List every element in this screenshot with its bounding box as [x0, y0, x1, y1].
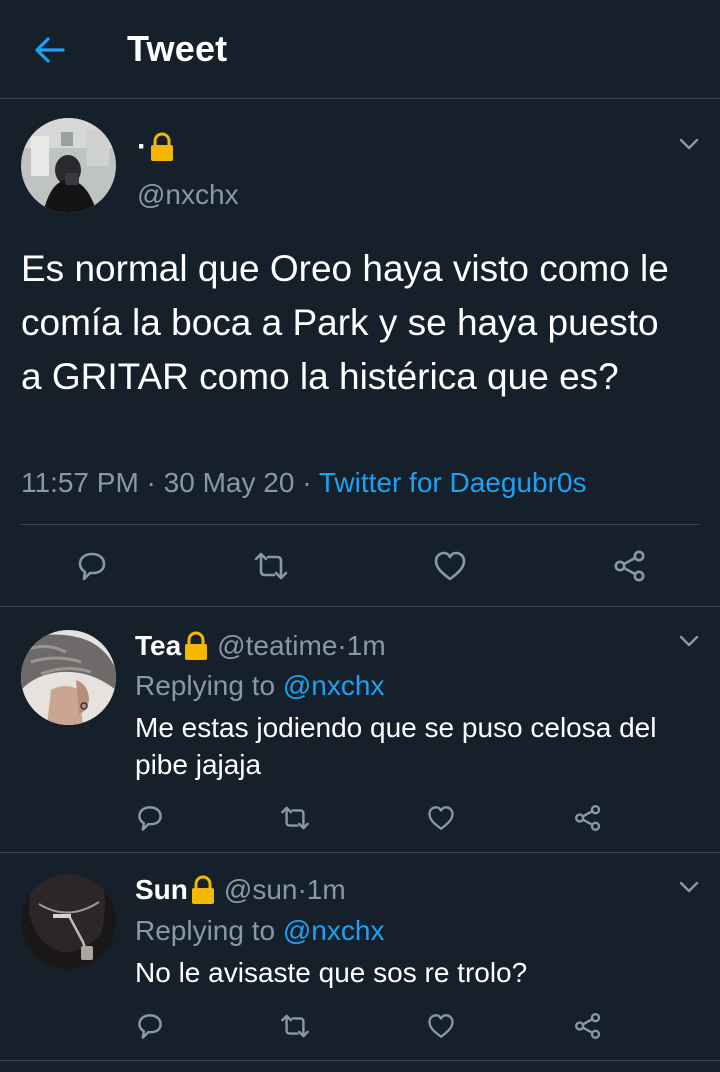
lock-icon	[191, 875, 214, 904]
tweet-age: 1m	[306, 874, 346, 905]
share-icon	[575, 805, 601, 831]
heart-icon	[428, 806, 454, 830]
reply-icon	[138, 806, 162, 831]
share-button[interactable]	[610, 546, 650, 586]
header-separator: ·	[297, 874, 307, 905]
avatar[interactable]	[21, 874, 116, 969]
top-bar: Tweet	[0, 0, 720, 99]
reply-button[interactable]	[132, 800, 168, 836]
reply-icon	[138, 1014, 162, 1039]
tweet-date: 30 May 20	[163, 467, 295, 498]
avatar[interactable]	[21, 630, 116, 725]
retweet-button[interactable]	[277, 1008, 313, 1044]
chevron-down-icon	[679, 138, 699, 150]
back-button[interactable]	[26, 24, 74, 76]
meta-separator: ·	[138, 467, 164, 498]
tweet-source-link[interactable]: Twitter for Daegubr0s	[319, 467, 587, 498]
divider	[21, 524, 699, 525]
reply-text: Me estas jodiendo que se puso celosa del…	[135, 712, 657, 780]
lock-icon	[185, 631, 208, 660]
display-name[interactable]: ·	[137, 130, 175, 164]
display-name[interactable]: Tea	[135, 630, 181, 662]
retweet-icon	[281, 1014, 309, 1038]
like-button[interactable]	[423, 1008, 459, 1044]
tweet-menu-button[interactable]	[674, 129, 704, 159]
chevron-down-icon	[679, 881, 699, 893]
share-icon	[575, 1013, 601, 1039]
replying-label: Replying to	[135, 670, 283, 701]
retweet-icon	[281, 806, 309, 830]
heart-icon	[428, 1014, 454, 1038]
tweet-text: Es normal que Oreo haya visto como le co…	[21, 248, 669, 397]
tweet-time: 11:57 PM	[21, 467, 139, 498]
reply-button[interactable]	[72, 546, 112, 586]
reply-tweet[interactable]: Tea @teatime · 1m Replying to @nxchx Me …	[0, 608, 720, 853]
arrow-left-icon	[35, 37, 65, 63]
reply-icon	[78, 552, 106, 581]
retweet-button[interactable]	[277, 800, 313, 836]
reply-header: Sun @sun · 1m	[135, 874, 346, 906]
mention-link[interactable]: @nxchx	[283, 670, 385, 701]
tweet-menu-button[interactable]	[674, 626, 704, 656]
reply-text: No le avisaste que sos re trolo?	[135, 957, 528, 988]
tweet-menu-button[interactable]	[674, 872, 704, 902]
mention-link[interactable]: @nxchx	[283, 915, 385, 946]
heart-icon	[434, 551, 466, 581]
like-button[interactable]	[423, 800, 459, 836]
retweet-button[interactable]	[251, 546, 291, 586]
lock-icon	[151, 132, 173, 161]
meta-separator-2: ·	[294, 467, 319, 498]
header-separator: ·	[337, 630, 347, 661]
tweet-age: 1m	[346, 630, 386, 661]
main-tweet: · @nxchx Es normal que Oreo haya visto c…	[0, 100, 720, 607]
user-handle[interactable]: @teatime	[217, 630, 337, 662]
display-name[interactable]: Sun	[135, 874, 188, 906]
display-name-text: ·	[137, 130, 147, 163]
replying-label: Replying to	[135, 915, 283, 946]
reply-header: Tea @teatime · 1m	[135, 630, 386, 662]
user-handle[interactable]: @sun	[224, 874, 298, 906]
share-button[interactable]	[570, 1008, 606, 1044]
avatar[interactable]	[21, 118, 116, 213]
share-icon	[614, 550, 645, 582]
chevron-down-icon	[679, 635, 699, 647]
like-button[interactable]	[430, 546, 470, 586]
user-handle[interactable]: @nxchx	[137, 179, 239, 211]
share-button[interactable]	[570, 800, 606, 836]
page-title: Tweet	[127, 28, 228, 69]
reply-button[interactable]	[132, 1008, 168, 1044]
retweet-icon	[254, 552, 288, 580]
tweet-meta: 11:57 PM · 30 May 20 · Twitter for Daegu…	[21, 467, 586, 499]
reply-tweet[interactable]: Sun @sun · 1m Replying to @nxchx No le a…	[0, 854, 720, 1061]
replying-to: Replying to @nxchx	[135, 915, 384, 947]
replying-to: Replying to @nxchx	[135, 670, 384, 702]
